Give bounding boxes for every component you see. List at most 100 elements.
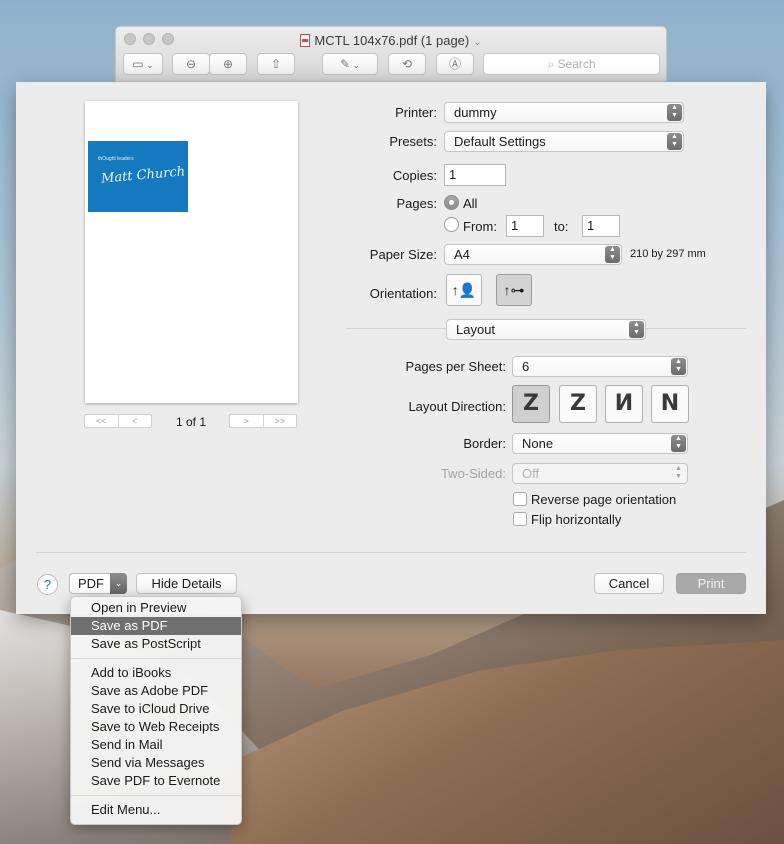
search-field[interactable]: ⌕ Search xyxy=(483,53,660,75)
menu-separator xyxy=(71,795,241,796)
window-title: MCTL 104x76.pdf (1 page) ⌄ xyxy=(116,32,666,48)
stepper-arrows-icon: ▲ ▼ xyxy=(629,321,644,338)
pages-to-field[interactable]: 1 xyxy=(582,215,620,237)
pages-label: Pages: xyxy=(396,196,437,211)
portrait-icon: ↑👤 xyxy=(451,282,477,298)
n-reverse-direction-icon: И xyxy=(614,391,634,416)
chevron-down-icon: ⌄ xyxy=(143,60,154,70)
sidebar-icon: ▭ xyxy=(132,57,144,71)
direction-n2-button[interactable]: N xyxy=(651,385,689,423)
portrait-orientation-button[interactable]: ↑👤 xyxy=(446,274,482,306)
pager-back: << < xyxy=(84,414,152,428)
reverse-orientation-label: Reverse page orientation xyxy=(531,492,677,507)
first-page-button[interactable]: << xyxy=(85,415,119,427)
pdf-file-icon xyxy=(300,34,311,47)
landscape-icon: ↑⊶ xyxy=(503,282,525,298)
pdf-menu-button[interactable]: PDF ⌄ xyxy=(69,573,127,594)
pages-all-label: All xyxy=(463,196,478,211)
business-card-image: thOught leaders Matt Church xyxy=(88,141,188,212)
printer-popup[interactable]: dummy ▲ ▼ xyxy=(444,102,684,123)
flip-horizontally-checkbox[interactable] xyxy=(513,512,527,526)
menu-item-save-pdf-to-evernote[interactable]: Save PDF to Evernote xyxy=(71,772,241,790)
share-button[interactable]: ⇧ xyxy=(257,53,295,75)
n-direction-icon: N xyxy=(660,391,680,416)
pages-per-sheet-popup[interactable]: 6 ▲ ▼ xyxy=(512,356,688,377)
menu-item-send-in-mail[interactable]: Send in Mail xyxy=(71,736,241,754)
card-name: Matt Church xyxy=(100,164,186,187)
sidebar-toggle-button[interactable]: ▭ ⌄ xyxy=(123,53,163,75)
hide-details-button[interactable]: Hide Details xyxy=(136,573,237,594)
print-section-popup[interactable]: Layout ▲ ▼ xyxy=(446,319,646,340)
rotate-icon: ⟲ xyxy=(401,57,413,71)
pen-icon: ✎ xyxy=(339,57,350,71)
share-icon: ⇧ xyxy=(270,57,282,71)
rotate-button[interactable]: ⟲ xyxy=(388,53,426,75)
annotate-button[interactable]: Ⓐ xyxy=(436,53,474,75)
desktop-hill xyxy=(230,640,784,844)
cancel-button[interactable]: Cancel xyxy=(594,573,664,594)
border-popup[interactable]: None ▲ ▼ xyxy=(512,433,688,454)
pager-forward: > >> xyxy=(229,414,297,428)
z-direction-icon: Z xyxy=(523,391,539,416)
two-sided-popup: Off ▲ ▼ xyxy=(512,463,688,484)
help-button[interactable]: ? xyxy=(37,574,58,595)
menu-item-open-in-preview[interactable]: Open in Preview xyxy=(71,599,241,617)
stepper-arrows-icon: ▲ ▼ xyxy=(671,358,686,375)
pages-all-radio[interactable] xyxy=(444,195,459,210)
orientation-label: Orientation: xyxy=(369,286,437,301)
menu-separator xyxy=(71,658,241,659)
menu-item-save-to-web-receipts[interactable]: Save to Web Receipts xyxy=(71,718,241,736)
border-label: Border: xyxy=(463,436,506,451)
copies-label: Copies: xyxy=(392,168,437,183)
menu-item-save-as-adobe-pdf[interactable]: Save as Adobe PDF xyxy=(71,682,241,700)
last-page-button[interactable]: >> xyxy=(264,415,297,427)
presets-popup[interactable]: Default Settings ▲ ▼ xyxy=(444,131,684,152)
copies-field[interactable]: 1 xyxy=(444,164,506,186)
pages-range-radio[interactable] xyxy=(444,217,459,232)
chevron-down-icon: ⌄ xyxy=(350,60,361,70)
print-dialog: thOught leaders Matt Church << < 1 of 1 … xyxy=(16,82,766,614)
page-count: 1 of 1 xyxy=(175,415,207,429)
menu-item-save-as-pdf[interactable]: Save as PDF xyxy=(71,617,241,635)
direction-z-button[interactable]: Z xyxy=(512,385,550,423)
menu-item-add-to-ibooks[interactable]: Add to iBooks xyxy=(71,664,241,682)
previous-page-button[interactable]: < xyxy=(119,415,152,427)
landscape-orientation-button[interactable]: ↑⊶ xyxy=(496,274,532,306)
chevron-down-icon[interactable]: ⌄ xyxy=(473,37,481,48)
preview-window-toolbar: MCTL 104x76.pdf (1 page) ⌄ ▭ ⌄ ⊖ ⊕ ⇧ ✎ ⌄ … xyxy=(115,26,667,82)
stepper-arrows-icon: ▲ ▼ xyxy=(671,435,686,452)
stepper-arrows-icon: ▲ ▼ xyxy=(667,133,682,150)
pages-from-field[interactable]: 1 xyxy=(506,215,544,237)
pages-from-label: From: xyxy=(463,219,497,234)
markup-button[interactable]: ✎ ⌄ xyxy=(322,53,378,75)
menu-item-edit-menu[interactable]: Edit Menu... xyxy=(71,801,241,819)
stepper-arrows-icon: ▲ ▼ xyxy=(605,246,620,263)
paper-dimensions: 210 by 297 mm xyxy=(630,248,706,260)
paper-size-popup[interactable]: A4 ▲ ▼ xyxy=(444,244,622,265)
layout-direction-label: Layout Direction: xyxy=(408,399,506,414)
menu-item-save-as-postscript[interactable]: Save as PostScript xyxy=(71,635,241,653)
s-direction-icon: Z xyxy=(570,391,586,416)
zoom-out-button[interactable]: ⊖ xyxy=(172,53,210,75)
pages-per-sheet-label: Pages per Sheet: xyxy=(405,359,506,374)
page-preview: thOught leaders Matt Church xyxy=(85,101,298,403)
two-sided-label: Two-Sided: xyxy=(440,466,506,481)
pages-to-label: to: xyxy=(554,219,569,234)
menu-item-save-to-icloud-drive[interactable]: Save to iCloud Drive xyxy=(71,700,241,718)
next-page-button[interactable]: > xyxy=(230,415,264,427)
reverse-orientation-checkbox[interactable] xyxy=(513,492,527,506)
annotate-icon: Ⓐ xyxy=(448,57,461,71)
zoom-in-button[interactable]: ⊕ xyxy=(209,53,247,75)
stepper-arrows-icon: ▲ ▼ xyxy=(667,104,682,121)
search-icon: ⌕ xyxy=(547,57,558,71)
direction-n-button[interactable]: И xyxy=(605,385,643,423)
paper-size-label: Paper Size: xyxy=(369,247,437,262)
zoom-in-icon: ⊕ xyxy=(222,57,234,71)
flip-horizontally-label: Flip horizontally xyxy=(531,512,622,527)
menu-item-send-via-messages[interactable]: Send via Messages xyxy=(71,754,241,772)
card-small-text: thOught leaders xyxy=(98,156,134,162)
chevron-down-icon: ⌄ xyxy=(110,573,127,594)
direction-s-button[interactable]: Z xyxy=(559,385,597,423)
print-button[interactable]: Print xyxy=(676,573,746,594)
stepper-arrows-icon: ▲ ▼ xyxy=(675,465,682,480)
